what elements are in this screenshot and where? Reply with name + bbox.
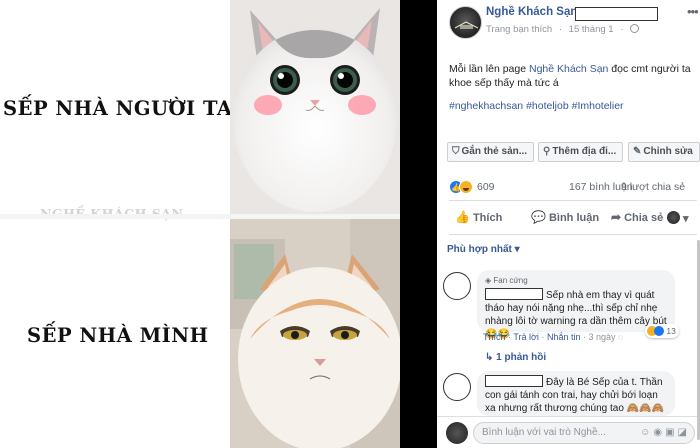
letterbox-bar [400, 0, 437, 448]
comment-icon: 💬 [531, 210, 546, 224]
comment-input[interactable]: Bình luận với vai trò Nghề... ☺◉▣◪ [473, 422, 695, 444]
tag-products-label: Gắn thẻ sản... [461, 146, 528, 157]
add-location-label: Thêm địa đi... [552, 146, 617, 157]
post-meta: Trang bạn thích · 15 tháng 1 · [486, 24, 643, 35]
post-header: Nghề Khách Sạn ••• Trang bạn thích · 15 … [449, 4, 699, 48]
reaction-count[interactable]: 609 [477, 181, 495, 193]
comment-label: Bình luận [548, 212, 600, 224]
image-divider [0, 214, 437, 219]
globe-icon[interactable] [630, 24, 640, 33]
globe-icon: ◌ [618, 332, 624, 342]
like-reaction-icon [654, 326, 664, 336]
meme-photo[interactable]: SẾP NHÀ NGƯỜI TA NGHỀ KHÁCH SẠN SẾP NHÀ … [0, 0, 437, 448]
comment-time[interactable]: 3 ngày [588, 332, 615, 342]
post-hashtags[interactable]: #nghekhachsan #hoteljob #Imhotelier [449, 100, 695, 112]
gif-icon[interactable]: ▣ [665, 427, 677, 438]
location-pin-icon: ⚲ [543, 146, 551, 157]
comment-reactions[interactable]: 13 [645, 324, 679, 338]
white-cat-image [230, 0, 400, 214]
comment-composer: Bình luận với vai trò Nghề... ☺◉▣◪ [437, 416, 700, 448]
post-body: Mỗi lần lên page Nghề Khách Sạn đọc cmt … [449, 62, 695, 90]
post-body-prefix: Mỗi lần lên page [449, 63, 529, 75]
tag-icon: ⛉ [452, 146, 460, 157]
camera-icon[interactable]: ◉ [653, 427, 665, 438]
view-replies-link[interactable]: ↳ 1 phản hồi [485, 352, 546, 363]
comment-reply-link[interactable]: Trả lời [513, 332, 539, 342]
comment-meta: Thích · Trả lời · Nhắn tin · 3 ngày ◌ [483, 332, 624, 342]
post-date[interactable]: 15 tháng 1 [569, 24, 614, 35]
comment-input-placeholder: Bình luận với vai trò Nghề... [482, 427, 606, 438]
comment: ◈ Fan cứng Sếp nhà em thay vì quát tháo … [443, 270, 695, 344]
comment-reaction-count: 13 [666, 326, 676, 336]
replies-label: 1 phản hồi [496, 352, 547, 363]
commenter-avatar[interactable] [443, 272, 471, 300]
like-label: Thích [472, 212, 503, 224]
divider [449, 200, 697, 201]
subline-prefix: Trang bạn thích [486, 24, 553, 35]
share-icon: ➦ [611, 210, 622, 224]
page-name-link[interactable]: Nghề Khách Sạn [486, 6, 577, 18]
page-avatar[interactable] [449, 6, 482, 39]
share-label: Chia sẻ [624, 212, 664, 224]
avatar [446, 422, 468, 444]
avatar [667, 211, 680, 224]
tag-products-button[interactable]: ⛉ Gắn thẻ sản... [447, 142, 534, 162]
comment-message-link[interactable]: Nhắn tin [547, 332, 581, 342]
post-body-link[interactable]: Nghề Khách Sạn [529, 63, 608, 75]
comment-bubble: ◈ Fan cứng Sếp nhà em thay vì quát tháo … [477, 270, 675, 340]
pencil-icon: ✎ [633, 146, 642, 157]
add-location-button[interactable]: ⚲ Thêm địa đi... [538, 142, 623, 162]
fan-badge-label: Fan cứng [493, 276, 528, 285]
emoji-icon[interactable]: ☺ [640, 427, 653, 438]
comment: Đây là Bé Sếp của t. Thần con gái tánh c… [443, 371, 695, 427]
caret-down-icon: ▾ [514, 244, 520, 255]
thumbs-up-icon: 👍 [455, 210, 470, 224]
redacted-name-box [485, 288, 543, 300]
edit-label: Chỉnh sửa [643, 146, 693, 157]
edit-button[interactable]: ✎ Chỉnh sửa [628, 142, 700, 162]
caption-top: SẾP NHÀ NGƯỜI TA [3, 97, 233, 120]
fan-badge: ◈ Fan cứng [485, 274, 667, 287]
separator-dot: · [558, 24, 563, 35]
redacted-name-box [485, 375, 543, 387]
page-logo [452, 20, 481, 32]
comment-bubble: Đây là Bé Sếp của t. Thần con gái tánh c… [477, 371, 675, 427]
post-actions: 👍 Thích 💬 Bình luận ➦ Chia sẻ ▾ [449, 210, 697, 230]
ellipsis-icon[interactable]: ••• [687, 4, 699, 19]
reply-arrow-icon: ↳ [485, 352, 497, 363]
redacted-name-box [575, 7, 658, 21]
grumpy-cat-image [230, 219, 400, 448]
composer-icons: ☺◉▣◪ [640, 423, 690, 443]
share-count[interactable]: 9 lượt chia sẻ [621, 181, 685, 193]
like-button[interactable]: 👍 Thích [455, 210, 502, 224]
photo-viewer: SẾP NHÀ NGƯỜI TA NGHỀ KHÁCH SẠN SẾP NHÀ … [0, 0, 700, 448]
caption-bottom: SẾP NHÀ MÌNH [27, 324, 209, 347]
commenter-avatar[interactable] [443, 373, 471, 401]
comment-like-link[interactable]: Thích [483, 332, 506, 342]
sticker-icon[interactable]: ◪ [678, 427, 690, 438]
share-button[interactable]: ➦ Chia sẻ [611, 210, 663, 224]
sort-label: Phù hợp nhất [447, 244, 512, 255]
separator-dot: · [620, 24, 624, 35]
actor-selector[interactable]: ▾ [667, 211, 689, 225]
haha-reaction-icon[interactable] [459, 180, 473, 194]
post-panel: Nghề Khách Sạn ••• Trang bạn thích · 15 … [437, 0, 700, 448]
comment-button[interactable]: 💬 Bình luận [531, 210, 599, 224]
comment-sort-dropdown[interactable]: Phù hợp nhất ▾ [447, 244, 520, 255]
chevron-down-icon: ▾ [680, 213, 689, 225]
divider [449, 234, 697, 235]
post-stats: 👍 609 167 bình luận 9 lượt chia sẻ [449, 178, 697, 198]
